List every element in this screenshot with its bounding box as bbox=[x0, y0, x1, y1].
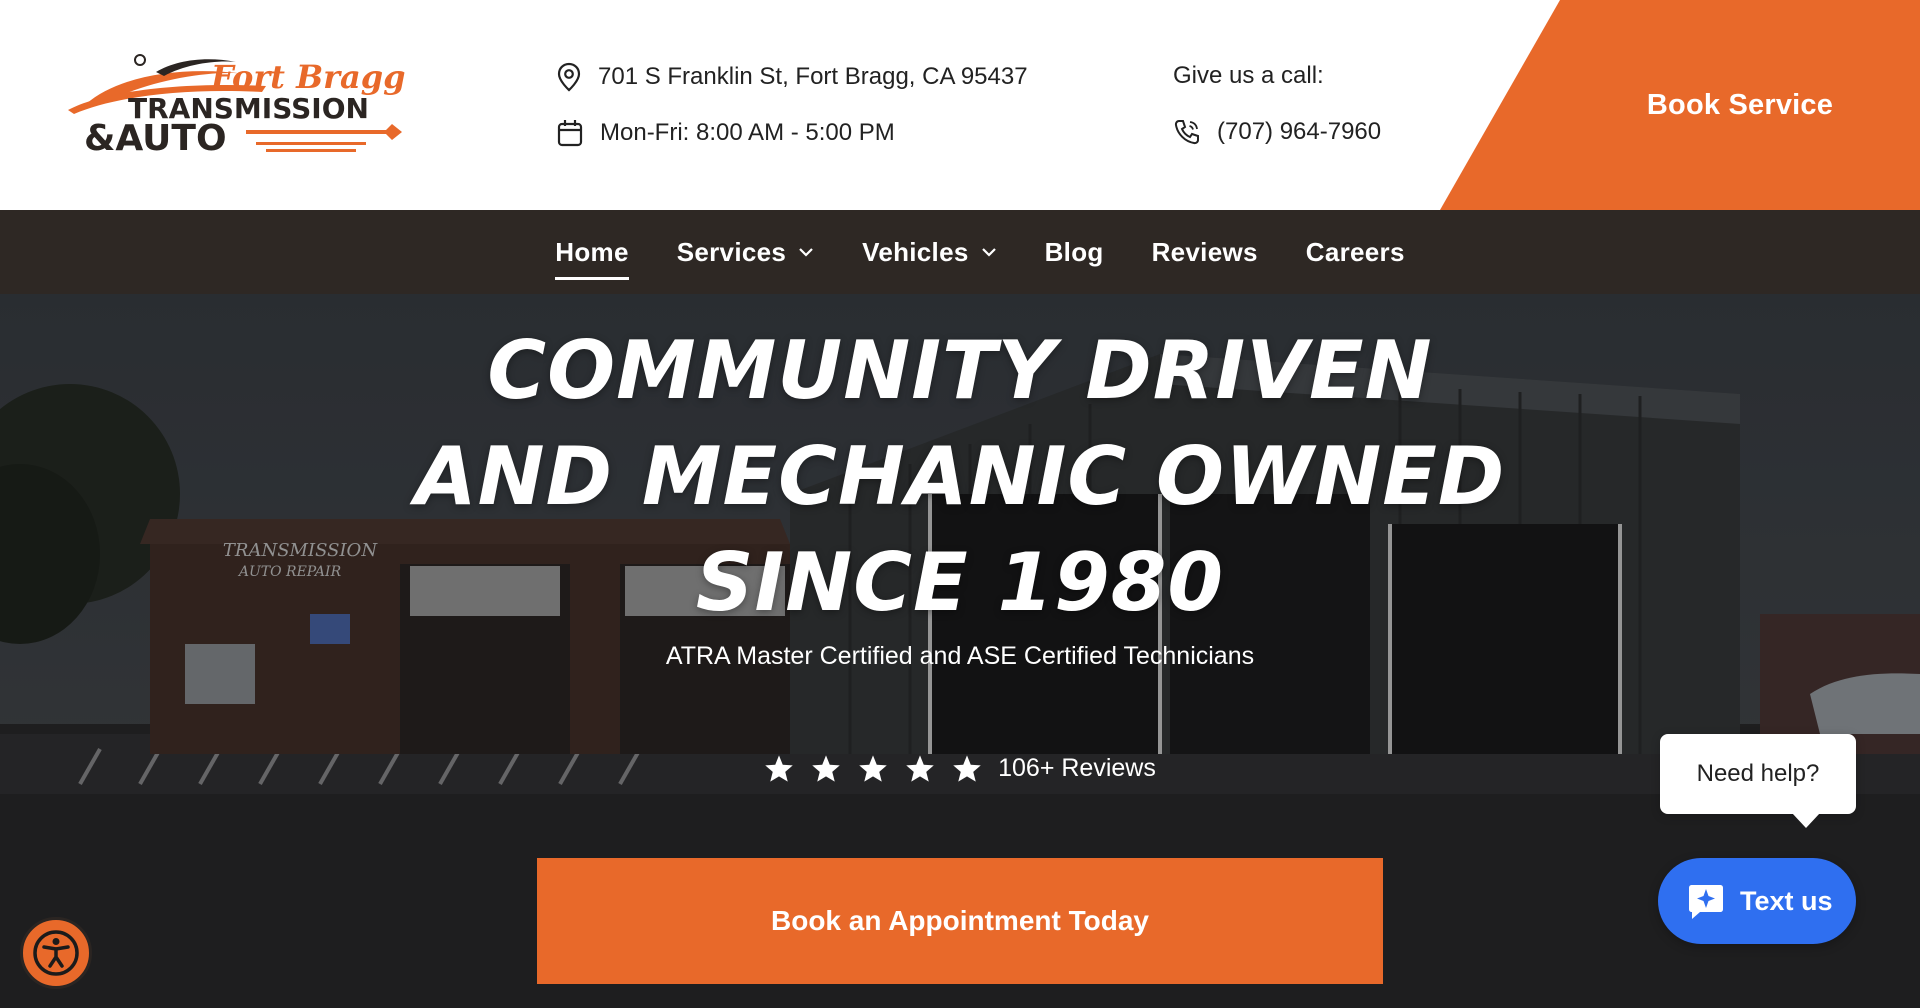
nav-item-vehicles[interactable]: Vehicles bbox=[862, 237, 996, 268]
text-us-label: Text us bbox=[1740, 885, 1833, 916]
hero-title-line: COMMUNITY DRIVEN bbox=[487, 324, 1433, 417]
nav-item-label: Services bbox=[676, 236, 787, 267]
chat-sparkle-icon bbox=[1689, 885, 1723, 919]
chevron-down-icon bbox=[981, 248, 996, 257]
phone-link[interactable]: (707) 964-7960 bbox=[1173, 118, 1381, 146]
map-pin-icon bbox=[557, 62, 581, 92]
accessibility-icon bbox=[33, 930, 79, 976]
nav-item-label: Reviews bbox=[1151, 236, 1258, 267]
main-nav: Home Services Vehicles Blog Reviews Care… bbox=[0, 210, 1920, 294]
hero-title-line: AND MECHANIC OWNED bbox=[414, 430, 1506, 523]
address-info[interactable]: 701 S Franklin St, Fort Bragg, CA 95437 bbox=[556, 62, 1028, 92]
nav-item-label: Vehicles bbox=[862, 236, 969, 267]
phone-number: (707) 964-7960 bbox=[1217, 118, 1382, 145]
hours-info: Mon-Fri: 8:00 AM - 5:00 PM bbox=[556, 118, 895, 148]
call-label-text: Give us a call: bbox=[1173, 62, 1324, 89]
address-text: 701 S Franklin St, Fort Bragg, CA 95437 bbox=[598, 63, 1028, 90]
svg-text:&AUTO: &AUTO bbox=[84, 118, 227, 159]
book-service-label: Book Service bbox=[1646, 88, 1834, 121]
site-logo[interactable]: Fort Bragg TRANSMISSION &AUTO bbox=[66, 52, 416, 164]
reviews-summary[interactable]: 106+ Reviews bbox=[0, 754, 1920, 783]
nav-item-label: Blog bbox=[1044, 236, 1104, 267]
chevron-down-icon bbox=[799, 248, 813, 257]
hero-title: COMMUNITY DRIVEN AND MECHANIC OWNED SINC… bbox=[0, 318, 1920, 636]
call-label: Give us a call: bbox=[1173, 62, 1324, 90]
calendar-icon bbox=[557, 120, 583, 147]
book-service-button[interactable]: Book Service bbox=[1440, 0, 1920, 210]
top-header: Fort Bragg TRANSMISSION &AUTO 701 S Fran… bbox=[0, 0, 1920, 210]
star-icon bbox=[812, 755, 840, 782]
star-icon bbox=[906, 755, 934, 782]
hero-subtitle: ATRA Master Certified and ASE Certified … bbox=[665, 642, 1255, 670]
star-icon bbox=[859, 755, 887, 782]
reviews-count: 106+ Reviews bbox=[998, 754, 1156, 782]
rating-stars bbox=[764, 754, 982, 783]
hero-section: TRANSMISSION AUTO REPAIR COMMUNITY DRIVE… bbox=[0, 294, 1920, 1008]
star-icon bbox=[953, 755, 981, 782]
need-help-text: Need help? bbox=[1696, 760, 1820, 787]
nav-item-careers[interactable]: Careers bbox=[1306, 237, 1405, 268]
nav-item-label: Careers bbox=[1305, 236, 1405, 267]
nav-item-home[interactable]: Home bbox=[555, 236, 630, 280]
text-us-button[interactable]: Text us bbox=[1658, 858, 1856, 944]
phone-icon bbox=[1174, 120, 1199, 145]
book-appointment-label: Book an Appointment Today bbox=[771, 905, 1149, 936]
logo-graphic: Fort Bragg TRANSMISSION &AUTO bbox=[68, 54, 405, 159]
svg-text:Fort Bragg: Fort Bragg bbox=[210, 58, 405, 96]
nav-list: Home Services Vehicles Blog Reviews Care… bbox=[0, 210, 1920, 294]
nav-item-label: Home bbox=[555, 236, 629, 267]
accessibility-button[interactable] bbox=[20, 917, 92, 989]
nav-item-reviews[interactable]: Reviews bbox=[1152, 237, 1258, 268]
nav-item-services[interactable]: Services bbox=[677, 237, 814, 268]
book-appointment-button[interactable]: Book an Appointment Today bbox=[537, 858, 1383, 984]
nav-item-blog[interactable]: Blog bbox=[1045, 237, 1104, 268]
star-icon bbox=[765, 755, 793, 782]
hero-title-line: SINCE 1980 bbox=[695, 536, 1225, 629]
need-help-bubble[interactable]: Need help? bbox=[1660, 734, 1856, 828]
hours-text: Mon-Fri: 8:00 AM - 5:00 PM bbox=[600, 119, 895, 146]
